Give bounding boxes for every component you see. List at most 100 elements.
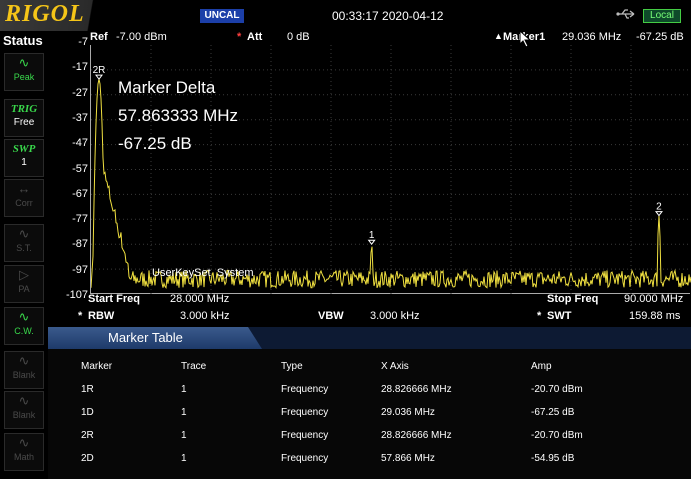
- table-cell: Frequency: [281, 430, 329, 441]
- sidebar-item-label: Free: [13, 117, 35, 128]
- sidebar-item-8[interactable]: ∿ Blank: [4, 391, 44, 429]
- pa-icon: ▷: [19, 267, 29, 282]
- table-cell: -20.70 dBm: [531, 384, 583, 395]
- y-tick-label: -27: [72, 86, 88, 99]
- swt-value: 159.88 ms: [629, 310, 681, 322]
- column-header: Type: [281, 361, 303, 372]
- table-row[interactable]: 1R 1 Frequency 28.826666 MHz -20.70 dBm: [48, 384, 691, 400]
- cw-icon: ∿: [18, 309, 30, 324]
- status-sidebar: Status ∿ Peak TRIG Free SWP 1 ↔ Corr ∿ S.T. ▷ PA ∿ C.…: [0, 31, 48, 479]
- rbw-label: RBW: [88, 310, 115, 322]
- y-tick-label: -37: [72, 111, 88, 124]
- table-cell: 2D: [81, 453, 94, 464]
- table-cell: 2R: [81, 430, 94, 441]
- softkey-path: UserKeySet System: [152, 267, 254, 279]
- datetime-display: 00:33:17 2020-04-12: [332, 9, 444, 23]
- marker-label: 1: [369, 230, 375, 241]
- table-cell: Frequency: [281, 384, 329, 395]
- column-header: X Axis: [381, 361, 409, 372]
- marker-table-title: Marker Table: [108, 330, 183, 345]
- marker-label: 2: [656, 202, 662, 213]
- rbw-value: 3.000 kHz: [180, 310, 230, 322]
- table-row[interactable]: 2D 1 Frequency 57.866 MHz -54.95 dB: [48, 453, 691, 469]
- ref-label: Ref: [90, 31, 108, 43]
- sidebar-item-3[interactable]: ↔ Corr: [4, 179, 44, 217]
- blank-icon: ∿: [18, 353, 30, 368]
- sidebar-item-7[interactable]: ∿ Blank: [4, 351, 44, 389]
- table-cell: -54.95 dB: [531, 453, 575, 464]
- sidebar-item-label: Corr: [15, 198, 33, 208]
- table-cell: 1: [181, 453, 187, 464]
- ref-value: -7.00 dBm: [116, 31, 167, 43]
- start-freq-label: Start Freq: [88, 293, 140, 305]
- usb-icon: [616, 7, 638, 21]
- top-bar: RIGOL UNCAL 00:33:17 2020-04-12 Local: [0, 0, 691, 31]
- marker-delta-readout: Marker Delta 57.863333 MHz -67.25 dB: [118, 74, 238, 158]
- table-row[interactable]: 1D 1 Frequency 29.036 MHz -67.25 dB: [48, 407, 691, 423]
- stop-freq-label: Stop Freq: [547, 293, 599, 305]
- y-tick-label: -77: [72, 213, 88, 226]
- y-tick-label: -67: [72, 187, 88, 200]
- sidebar-item-6[interactable]: ∿ C.W.: [4, 307, 44, 345]
- marker-amp: -67.25 dB: [636, 31, 684, 43]
- blank-icon: ∿: [18, 393, 30, 408]
- att-value: 0 dB: [287, 31, 310, 43]
- y-tick-label: -47: [72, 137, 88, 150]
- y-tick-label: -87: [72, 238, 88, 251]
- swt-star: *: [537, 310, 542, 322]
- table-cell: 1R: [81, 384, 94, 395]
- brand-logo: RIGOL: [5, 1, 85, 27]
- column-header: Trace: [181, 361, 207, 372]
- st-icon: ∿: [18, 226, 30, 241]
- marker-delta-title: Marker Delta: [118, 78, 216, 97]
- table-cell: 29.036 MHz: [381, 407, 435, 418]
- marker-delta-triangle-icon: ▲: [494, 31, 503, 41]
- sidebar-item-label: S.T.: [16, 243, 32, 253]
- sidebar-item-9[interactable]: ∿ Math: [4, 433, 44, 471]
- sidebar-item-label: PA: [18, 284, 30, 294]
- table-cell: -20.70 dBm: [531, 430, 583, 441]
- table-cell: -67.25 dB: [531, 407, 575, 418]
- sidebar-item-caption: TRIG: [10, 103, 38, 115]
- sidebar-item-1[interactable]: TRIG Free: [4, 99, 44, 137]
- marker-delta-amp: -67.25 dB: [118, 134, 192, 153]
- sidebar-item-5[interactable]: ▷ PA: [4, 265, 44, 303]
- table-cell: 28.826666 MHz: [381, 384, 452, 395]
- column-header: Amp: [531, 361, 552, 372]
- uncal-badge: UNCAL: [200, 9, 244, 23]
- sidebar-item-2[interactable]: SWP 1: [4, 139, 44, 177]
- marker-label: 2R: [93, 65, 106, 76]
- y-tick-label: -57: [72, 162, 88, 175]
- y-tick-label: -97: [72, 263, 88, 276]
- peak-icon: ∿: [18, 55, 30, 70]
- marker-table: Marker Trace Type X Axis Amp 1R 1 Frequency 28.8…: [48, 349, 691, 479]
- sidebar-item-0[interactable]: ∿ Peak: [4, 53, 44, 91]
- sidebar-title: Status: [3, 33, 43, 48]
- att-label: Att: [247, 31, 263, 43]
- table-cell: 1: [181, 430, 187, 441]
- math-icon: ∿: [18, 435, 30, 450]
- table-cell: 28.826666 MHz: [381, 430, 452, 441]
- table-cell: Frequency: [281, 407, 329, 418]
- table-cell: 1: [181, 384, 187, 395]
- local-badge[interactable]: Local: [643, 9, 681, 23]
- marker-delta-freq: 57.863333 MHz: [118, 106, 239, 125]
- column-header: Marker: [81, 361, 113, 372]
- table-cell: Frequency: [281, 453, 329, 464]
- y-tick-label: -17: [72, 61, 88, 74]
- sidebar-item-caption: SWP: [12, 143, 36, 155]
- sidebar-item-label: Peak: [13, 72, 35, 82]
- sidebar-item-label: C.W.: [14, 326, 34, 336]
- table-row[interactable]: 2R 1 Frequency 28.826666 MHz -20.70 dBm: [48, 430, 691, 446]
- y-tick-label: -107: [65, 289, 88, 301]
- start-freq-value: 28.000 MHz: [170, 293, 230, 305]
- sidebar-item-label: 1: [21, 157, 27, 168]
- table-cell: 1: [181, 407, 187, 418]
- swt-label: SWT: [547, 310, 572, 322]
- sidebar-item-label: Blank: [12, 410, 36, 420]
- sidebar-item-4[interactable]: ∿ S.T.: [4, 224, 44, 262]
- stop-freq-value: 90.000 MHz: [624, 293, 684, 305]
- sidebar-item-label: Blank: [12, 370, 36, 380]
- vbw-label: VBW: [318, 310, 344, 322]
- y-tick-label: -7: [78, 36, 88, 48]
